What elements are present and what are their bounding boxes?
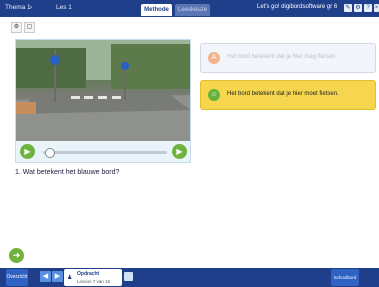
answer-option-a[interactable]: A Het bord betekent dat je hier mag fiet…	[200, 43, 376, 73]
tab-methode[interactable]: Methode	[141, 4, 172, 16]
question-text: 1. Wat betekent het blauwe bord?	[15, 169, 120, 176]
smiley-icon: ☺	[208, 89, 220, 101]
assignment-title: Opdracht	[77, 271, 100, 277]
answer-text-a: Het bord betekent dat je hier mag fietse…	[227, 54, 338, 60]
next-video-button[interactable]: ▶	[172, 144, 187, 159]
bottom-bar: Overzicht ◀ ▶ ♟ Opdracht Lesson 7 van 15…	[0, 268, 379, 287]
answer-text-b: Het bord betekent dat je hier moet fiets…	[227, 91, 339, 97]
video-controls: ▶ ▶	[16, 141, 190, 162]
next-button[interactable]: ➜	[9, 248, 24, 263]
toolbar: ⚙ ▢	[0, 17, 379, 37]
home-button[interactable]: Overzicht	[6, 269, 28, 286]
breadcrumb-lesson[interactable]: Les 1	[56, 4, 72, 11]
tab-leeskeuze[interactable]: Leeskeuze	[175, 4, 210, 16]
video-progress-track[interactable]	[43, 151, 167, 154]
gear-icon[interactable]: ⚙	[354, 4, 362, 12]
answer-letter-a: A	[208, 52, 220, 64]
assignment-progress: Lesson 7 van 15	[77, 279, 111, 284]
page-icon[interactable]	[124, 272, 133, 281]
answer-option-b[interactable]: ☺ Het bord betekent dat je hier moet fie…	[200, 80, 376, 110]
video-progress-knob[interactable]	[45, 148, 56, 158]
assignment-indicator: ♟ Opdracht Lesson 7 van 15	[64, 269, 122, 286]
breadcrumb-theme[interactable]: Thema 1	[5, 4, 31, 11]
next-page-button[interactable]: ▶	[52, 271, 63, 282]
close-icon[interactable]: ×	[374, 4, 379, 12]
video-player[interactable]: ▶ ▶	[15, 39, 191, 163]
settings-tool-button[interactable]: ⚙	[11, 22, 22, 33]
schoolboard-button[interactable]: Schoolbord	[331, 269, 359, 286]
people-icon: ♟	[67, 275, 73, 281]
document-tool-button[interactable]: ▢	[24, 22, 35, 33]
top-bar: Thema 1 › Les 1 Methode Leeskeuze Let's …	[0, 0, 379, 17]
pen-icon[interactable]: ✎	[344, 4, 352, 12]
previous-button[interactable]: ◀	[40, 271, 51, 282]
help-icon[interactable]: ?	[364, 4, 372, 12]
breadcrumb-separator: ›	[30, 4, 33, 11]
brand-title: Let's go! digibordsoftware gr 6	[257, 4, 338, 10]
play-button[interactable]: ▶	[20, 144, 35, 159]
video-frame	[16, 40, 190, 141]
